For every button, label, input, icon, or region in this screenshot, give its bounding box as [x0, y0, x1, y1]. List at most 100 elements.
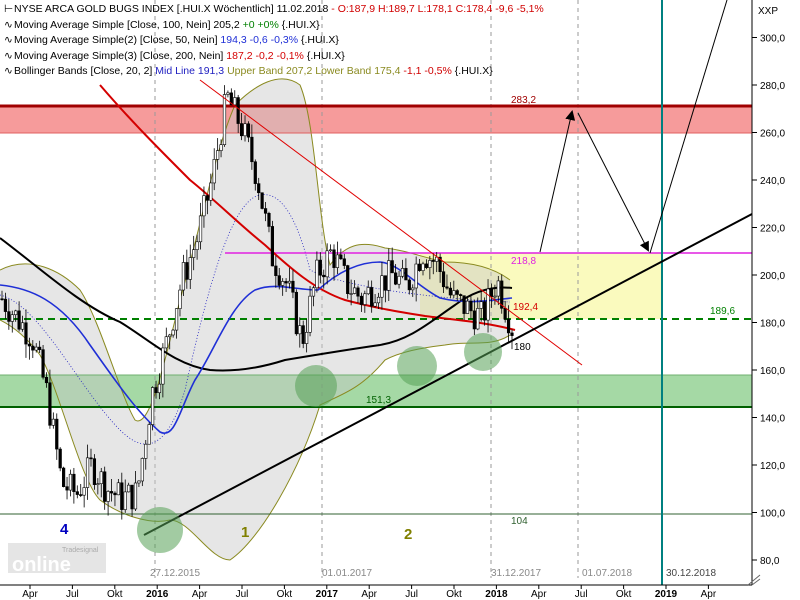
y-tick-label: 280,0	[760, 81, 785, 92]
candle-body	[448, 287, 452, 296]
candle-body	[243, 123, 247, 137]
candle-body	[164, 336, 168, 349]
x-tick-label: Okt	[107, 589, 123, 600]
y-unit-label: XXP	[758, 6, 778, 17]
low-circle-3[interactable]	[397, 346, 437, 386]
candle-body	[233, 97, 237, 106]
candle-body	[147, 424, 151, 445]
legend-ma50[interactable]: ∿Moving Average Simple(2) [Close, 50, Ne…	[4, 33, 544, 49]
date-marker-4: 01.07.2018	[582, 568, 632, 579]
candle-body	[373, 302, 377, 307]
legend-price[interactable]: ⊢NYSE ARCA GOLD BUGS INDEX [.HUI.X Wöche…	[4, 2, 544, 18]
date-marker-3: 31.12.2017	[491, 568, 541, 579]
candle-body	[0, 298, 4, 301]
candle-body	[356, 287, 360, 297]
candle-body	[441, 271, 446, 288]
x-axis[interactable]: Apr Jul Okt 2016 Apr Jul Okt 2017 Apr Jul Okt 2018 A…	[22, 585, 717, 600]
label-192: 192,4	[513, 302, 538, 313]
candle-body	[506, 318, 511, 334]
y-tick-label: 240,0	[760, 176, 785, 187]
y-tick-label: 300,0	[760, 34, 785, 45]
candle-body	[181, 262, 186, 291]
candle-body	[328, 249, 333, 252]
date-marker-1: 27.12.2015	[150, 568, 200, 579]
candle-body	[291, 280, 295, 293]
candle-body	[3, 298, 8, 312]
candle-body	[308, 295, 312, 333]
label-189: 189,6	[710, 306, 735, 317]
candle-body	[263, 208, 268, 214]
y-axis[interactable]: 80,0 100,0 120,0 140,0 160,0 180,0 200,0 220,0 2…	[752, 34, 785, 568]
x-tick-label: Apr	[192, 589, 208, 600]
candle-body	[195, 241, 199, 250]
candle-body	[370, 287, 374, 307]
candle-body	[55, 418, 59, 450]
candle-body	[151, 387, 155, 425]
x-tick-label: Apr	[701, 589, 717, 600]
candle-body	[38, 346, 42, 350]
tradesignal-logo: Tradesignal online	[8, 543, 106, 576]
resistance-zone	[0, 106, 752, 133]
candle-body	[417, 263, 422, 271]
candle-body	[479, 301, 483, 309]
candle-body	[342, 258, 346, 266]
x-tick-label: Jul	[405, 589, 418, 600]
x-tick-label: Okt	[446, 589, 462, 600]
candle-body	[106, 491, 110, 502]
candle-body	[452, 290, 456, 296]
label-283: 283,2	[511, 95, 536, 106]
legend-ma200[interactable]: ∿Moving Average Simple(3) [Close, 200, N…	[4, 49, 544, 65]
candle-body	[363, 293, 367, 305]
low-circle-2[interactable]	[295, 365, 337, 407]
candle-body	[178, 289, 182, 309]
candle-body	[411, 287, 415, 291]
candle-body	[493, 295, 497, 298]
y-tick-label: 140,0	[760, 414, 785, 425]
candle-body	[157, 383, 162, 394]
low-circle-4[interactable]	[464, 333, 502, 371]
label-104: 104	[511, 516, 528, 527]
candle-body	[222, 94, 227, 145]
y-tick-label: 200,0	[760, 271, 785, 282]
candle-body	[407, 279, 411, 291]
candle-body	[349, 293, 353, 295]
candle-body	[174, 308, 179, 331]
candle-body	[72, 473, 76, 492]
candle-body	[366, 287, 370, 295]
legend-ma100[interactable]: ∿Moving Average Simple [Close, 100, Nein…	[4, 18, 544, 34]
candle-body	[428, 260, 432, 268]
candle-body	[352, 287, 357, 294]
low-circle-1[interactable]	[137, 507, 183, 553]
candle-body	[99, 471, 103, 485]
candle-body	[188, 257, 192, 280]
candle-body	[103, 471, 107, 502]
candle-body	[116, 482, 120, 496]
candle-body	[489, 288, 494, 297]
candle-body	[455, 290, 459, 295]
x-tick-label: Jul	[66, 589, 79, 600]
candle-body	[270, 226, 275, 267]
x-tick-label: 2018	[485, 589, 508, 600]
legend-bollinger[interactable]: ∿Bollinger Bands [Close, 20, 2] Mid Line…	[4, 64, 544, 80]
candle-body	[212, 159, 216, 184]
candle-body	[154, 387, 158, 394]
candle-body	[7, 311, 11, 322]
x-tick-label: Apr	[361, 589, 377, 600]
candle-body	[332, 249, 336, 268]
date-marker-2: 01.01.2017	[322, 568, 372, 579]
price-chart[interactable]: 283,2 218,8 192,4 189,6 180 151,3 104 4 …	[0, 0, 800, 600]
candle-body	[113, 492, 117, 496]
x-tick-label: Apr	[531, 589, 547, 600]
y-tick-label: 120,0	[760, 461, 785, 472]
candle-body	[397, 275, 401, 285]
candle-body	[387, 260, 391, 291]
candle-body	[257, 183, 261, 194]
candle-body	[253, 161, 257, 184]
candle-body	[109, 491, 114, 494]
candle-body	[62, 467, 66, 487]
candle-body	[219, 144, 223, 151]
candle-body	[82, 487, 86, 496]
candle-body	[322, 274, 326, 278]
candle-body	[445, 286, 449, 289]
candle-body	[20, 322, 25, 330]
